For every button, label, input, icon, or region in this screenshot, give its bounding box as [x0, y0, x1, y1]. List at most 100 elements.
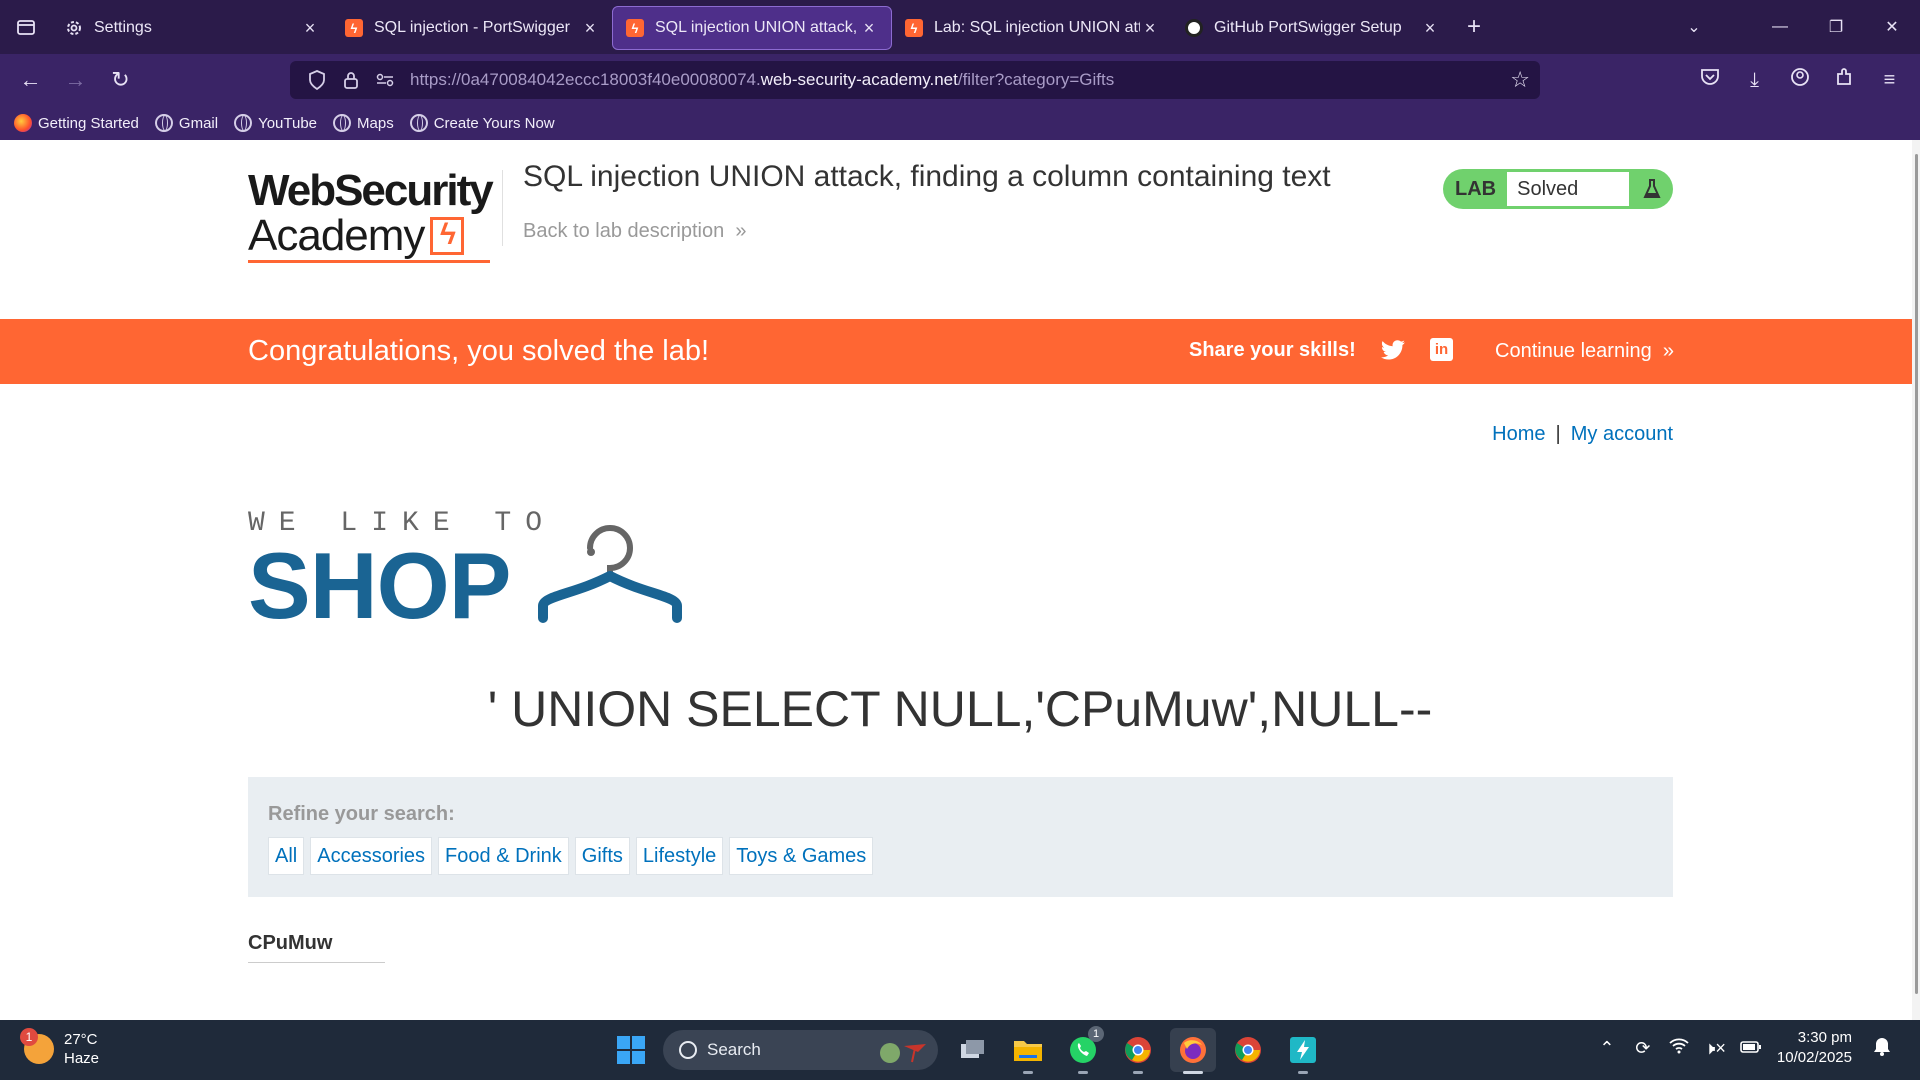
tab-sql-injection-portswigger[interactable]: ϟ SQL injection - PortSwigger × — [332, 6, 612, 50]
tab-overflow-chevron-icon[interactable]: ⌄ — [1666, 0, 1722, 54]
taskbar-apps: Search 1 — [608, 1026, 1335, 1074]
url-text: https://0a470084042eccc18003f40e00080074… — [410, 70, 1114, 90]
portswigger-icon: ϟ — [344, 18, 364, 38]
linkedin-icon[interactable]: in — [1430, 338, 1453, 361]
close-icon[interactable]: × — [1140, 18, 1160, 39]
whatsapp-badge: 1 — [1088, 1026, 1104, 1042]
account-icon[interactable] — [1777, 67, 1822, 93]
home-link[interactable]: Home — [1492, 423, 1545, 445]
weather-desc: Haze — [64, 1050, 100, 1067]
clock-time: 3:30 pm — [1797, 1029, 1852, 1046]
logo-underline — [248, 260, 490, 263]
double-chevron-right-icon: » — [729, 220, 747, 242]
chrome-icon[interactable] — [1225, 1028, 1271, 1072]
burp-suite-icon[interactable] — [1280, 1028, 1326, 1074]
firefox-taskbar-icon[interactable] — [1170, 1028, 1216, 1074]
menu-icon[interactable]: ≡ — [1867, 69, 1912, 92]
speaker-muted-icon[interactable]: 🕨× — [1697, 1038, 1733, 1059]
bookmark-gmail[interactable]: Gmail — [154, 114, 218, 132]
battery-icon[interactable] — [1733, 1038, 1769, 1059]
shop-name: SHOP — [248, 533, 511, 638]
browser-tab-bar: Settings × ϟ SQL injection - PortSwigger… — [0, 0, 1920, 54]
twitter-icon[interactable] — [1380, 337, 1406, 363]
url-domain: web-security-academy.net — [760, 70, 958, 89]
back-button[interactable]: ← — [8, 60, 53, 100]
file-explorer-icon[interactable] — [1005, 1028, 1051, 1074]
double-chevron-right-icon: » — [1657, 340, 1675, 362]
filter-gifts[interactable]: Gifts — [574, 837, 630, 875]
bookmark-youtube[interactable]: YouTube — [234, 114, 317, 132]
reload-button[interactable]: ↻ — [98, 60, 143, 100]
tab-list-icon[interactable] — [0, 0, 52, 54]
bookmark-maps[interactable]: Maps — [333, 114, 394, 132]
close-icon[interactable]: × — [300, 18, 320, 39]
lab-status-badge: LAB Solved — [1443, 169, 1673, 209]
header-divider — [502, 170, 503, 246]
pocket-icon[interactable] — [1687, 68, 1732, 92]
search-icon — [679, 1041, 697, 1059]
notification-bell-icon[interactable] — [1864, 1036, 1900, 1061]
globe-icon — [333, 114, 352, 132]
close-icon[interactable]: × — [1420, 18, 1440, 39]
whatsapp-icon[interactable]: 1 — [1060, 1026, 1106, 1074]
chevron-up-icon[interactable]: ⌃ — [1589, 1038, 1625, 1059]
solved-banner: Congratulations, you solved the lab! Sha… — [0, 319, 1920, 384]
filter-lifestyle[interactable]: Lifestyle — [635, 837, 724, 875]
filter-food-drink[interactable]: Food & Drink — [438, 837, 569, 875]
filter-accessories[interactable]: Accessories — [310, 837, 433, 875]
clock[interactable]: 3:30 pm 10/02/2025 — [1777, 1028, 1852, 1068]
category-filters: All Accessories Food & Drink Gifts Lifes… — [268, 837, 879, 875]
download-icon[interactable]: ⤓ — [1732, 69, 1777, 92]
my-account-link[interactable]: My account — [1571, 423, 1673, 445]
extensions-icon[interactable] — [1822, 67, 1867, 93]
new-tab-button[interactable]: + — [1452, 13, 1496, 41]
github-icon — [1184, 18, 1204, 38]
back-to-lab-link[interactable]: Back to lab description » — [523, 220, 746, 243]
lab-badge-label: LAB — [1455, 177, 1497, 200]
logo-line2: Academy — [248, 211, 425, 260]
bookmark-create-yours-now[interactable]: Create Yours Now — [409, 114, 555, 132]
start-button[interactable] — [608, 1028, 654, 1072]
back-link-label: Back to lab description — [523, 220, 725, 242]
close-icon[interactable]: × — [580, 18, 600, 39]
windows-icon — [617, 1036, 645, 1064]
flask-icon — [1630, 178, 1673, 200]
web-security-academy-logo[interactable]: WebSecurity Academy ϟ — [248, 168, 498, 263]
bookmark-star-icon[interactable]: ☆ — [1510, 67, 1530, 93]
tab-sql-union-attack-active[interactable]: ϟ SQL injection UNION attack, fin × — [612, 6, 892, 50]
filter-all[interactable]: All — [268, 837, 305, 875]
tab-lab-sql-union[interactable]: ϟ Lab: SQL injection UNION attac × — [892, 6, 1172, 50]
page-scrollbar[interactable] — [1912, 140, 1920, 1020]
nav-separator: | — [1555, 423, 1561, 445]
globe-icon — [234, 114, 253, 132]
chrome-profile-icon[interactable] — [1115, 1028, 1161, 1074]
task-view-icon[interactable] — [950, 1028, 996, 1072]
bolt-icon: ϟ — [430, 217, 465, 255]
scrollbar-thumb[interactable] — [1915, 154, 1918, 994]
weather-icon: 1 — [20, 1028, 54, 1064]
url-bar[interactable]: https://0a470084042eccc18003f40e00080074… — [290, 61, 1540, 99]
permissions-icon[interactable] — [368, 73, 402, 87]
forward-button[interactable]: → — [53, 60, 98, 100]
weather-widget[interactable]: 1 27°C Haze — [20, 1028, 100, 1068]
clock-date: 10/02/2025 — [1776, 1049, 1852, 1066]
windows-taskbar: 1 27°C Haze Search 1 ⌃ ⟳ 🕨× 3:30 pm 10/0… — [0, 1020, 1920, 1080]
filter-toys-games[interactable]: Toys & Games — [729, 837, 874, 875]
taskbar-search[interactable]: Search — [663, 1030, 938, 1070]
sync-icon[interactable]: ⟳ — [1625, 1038, 1661, 1059]
minimize-button[interactable]: — — [1752, 0, 1808, 54]
search-highlight-icon — [880, 1043, 926, 1063]
close-window-button[interactable]: ✕ — [1864, 0, 1920, 54]
tab-settings[interactable]: Settings × — [52, 6, 332, 50]
tab-label: Settings — [94, 19, 152, 36]
tab-github-portswigger-setup[interactable]: GitHub PortSwigger Setup × — [1172, 6, 1452, 50]
portswigger-icon: ϟ — [904, 18, 924, 38]
close-icon[interactable]: × — [859, 18, 879, 39]
result-item: CPuMuw — [248, 932, 333, 954]
wifi-icon[interactable] — [1661, 1038, 1697, 1059]
continue-learning-link[interactable]: Continue learning » — [1495, 340, 1674, 363]
bookmark-getting-started[interactable]: Getting Started — [14, 114, 139, 132]
lock-icon[interactable] — [334, 70, 368, 90]
shield-icon[interactable] — [300, 70, 334, 90]
restore-button[interactable]: ❐ — [1808, 0, 1864, 54]
